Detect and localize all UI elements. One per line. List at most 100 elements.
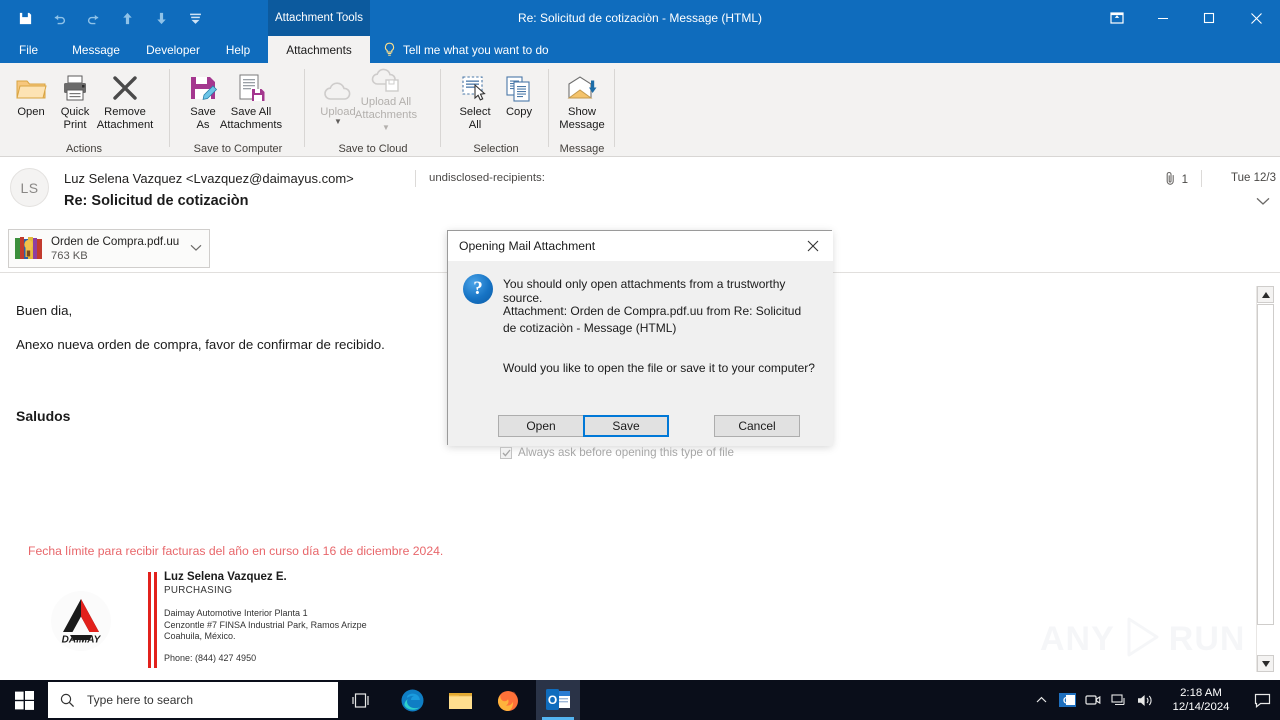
tab-message[interactable]: Message [62, 36, 130, 63]
ribbon: Open Quick Print Remove Attachment Actions [0, 63, 1280, 157]
open-button[interactable]: Open [498, 415, 584, 437]
minimize-button[interactable] [1140, 0, 1186, 36]
signature-address-line-2: Cenzontle #7 FINSA Industrial Park, Ramo… [164, 619, 367, 630]
tell-me-search[interactable]: Tell me what you want to do [383, 36, 549, 63]
close-button[interactable] [1232, 0, 1280, 36]
recipients[interactable]: undisclosed-recipients: [429, 172, 545, 184]
select-all-icon [460, 67, 490, 103]
customize-quick-access-toolbar-icon[interactable] [184, 7, 206, 29]
ribbon-group-message: Show Message Message [551, 63, 613, 157]
save-all-icon [236, 67, 266, 103]
ribbon-button-show-message-label: Show Message [559, 106, 605, 131]
previous-item-icon[interactable] [116, 7, 138, 29]
search-input[interactable]: Type here to search [48, 682, 338, 718]
svg-text:O: O [547, 693, 556, 707]
email-signature: DAIMAY Luz Selena Vazquez E. PURCHASING … [40, 570, 460, 670]
ribbon-group-actions: Open Quick Print Remove Attachment Actions [0, 63, 168, 157]
outlook-tray-icon[interactable]: O [1054, 680, 1080, 720]
signature-address-line-3: Coahuila, México. [164, 631, 236, 641]
tab-file[interactable]: File [10, 36, 47, 63]
task-view-icon[interactable] [340, 680, 384, 720]
tab-help[interactable]: Help [218, 36, 258, 63]
tab-attachments[interactable]: Attachments [268, 36, 370, 63]
attachment-count-label: 1 [1181, 173, 1188, 186]
message-header: LS Luz Selena Vazquez <Lvazquez@daimayus… [0, 157, 1280, 216]
tab-developer[interactable]: Developer [137, 36, 209, 63]
clock[interactable]: 2:18 AM 12/14/2024 [1158, 680, 1244, 720]
lightbulb-icon [383, 42, 396, 57]
dialog-warning-text: You should only open attachments from a … [503, 277, 786, 305]
camera-tray-icon[interactable] [1080, 680, 1106, 720]
ribbon-button-show-message[interactable]: Show Message [551, 67, 613, 135]
chevron-down-icon[interactable] [1256, 195, 1270, 209]
open-folder-icon [15, 67, 47, 103]
ribbon-group-actions-label: Actions [65, 143, 103, 155]
save-button[interactable]: Save [583, 415, 669, 437]
attachment-dropdown-chevron-icon[interactable] [190, 243, 202, 255]
body-greeting: Buen dia, [16, 303, 73, 318]
chevron-down-icon: ▼ [334, 116, 342, 126]
ribbon-button-copy[interactable]: Copy [488, 67, 550, 135]
save-icon[interactable] [14, 7, 36, 29]
window-controls [1094, 0, 1280, 36]
next-item-icon[interactable] [150, 7, 172, 29]
printer-icon [60, 67, 90, 103]
clock-time: 2:18 AM [1180, 687, 1222, 699]
microsoft-edge-icon[interactable] [390, 680, 434, 720]
dialog-title-bar: Opening Mail Attachment [448, 231, 833, 261]
ribbon-display-options-button[interactable] [1094, 0, 1140, 36]
start-button[interactable] [0, 680, 48, 720]
dialog-attachment-text: Attachment: Orden de Compra.pdf.uu from … [503, 304, 802, 335]
mozilla-firefox-icon[interactable] [486, 680, 530, 720]
vertical-scrollbar[interactable] [1256, 286, 1274, 672]
svg-text:O: O [1063, 696, 1070, 706]
contextual-tab-group-attachment-tools: Attachment Tools [268, 0, 370, 36]
x-mark-icon [110, 67, 140, 103]
show-hidden-icons-icon[interactable] [1028, 680, 1054, 720]
ribbon-group-save-to-computer-label: Save to Computer [193, 143, 283, 155]
maximize-button[interactable] [1186, 0, 1232, 36]
ribbon-tab-bar: File Message Developer Help Attachments … [0, 36, 1280, 63]
signature-text: Luz Selena Vazquez E. PURCHASING Daimay … [164, 570, 367, 664]
outlook-message-window: Attachment Tools Re: Solicitud de cotiza… [0, 0, 1280, 720]
attachment-chip[interactable]: Orden de Compra.pdf.uu 763 KB [8, 229, 210, 268]
sender-address[interactable]: Luz Selena Vazquez <Lvazquez@daimayus.co… [64, 171, 354, 186]
ribbon-button-save-all-attachments-label: Save All Attachments [219, 106, 283, 131]
scroll-down-arrow-icon[interactable] [1257, 655, 1274, 672]
title-bar: Attachment Tools Re: Solicitud de cotiza… [0, 0, 1280, 36]
attachment-filename: Orden de Compra.pdf.uu [51, 234, 180, 248]
ribbon-button-save-all-attachments[interactable]: Save All Attachments [220, 67, 282, 135]
ribbon-group-save-to-cloud-label: Save to Cloud [338, 143, 408, 155]
cancel-button[interactable]: Cancel [714, 415, 800, 437]
undo-icon[interactable] [48, 7, 70, 29]
attachment-size: 763 KB [51, 249, 88, 262]
dialog-title: Opening Mail Attachment [459, 239, 596, 253]
winrar-archive-icon [15, 236, 43, 262]
message-date: Tue 12/3 [1231, 172, 1276, 184]
clock-date: 12/14/2024 [1172, 701, 1230, 713]
opening-mail-attachment-dialog: Opening Mail Attachment ? You should onl… [447, 230, 833, 459]
redo-icon[interactable] [82, 7, 104, 29]
ribbon-group-save-to-cloud: Upload ▼ Upload All Attachments ▼ Save to… [307, 63, 439, 157]
scrollbar-thumb[interactable] [1257, 304, 1274, 625]
page-title: Re: Solicitud de cotizaciòn [64, 193, 249, 209]
ribbon-separator [614, 69, 615, 147]
ribbon-button-upload-all-attachments: Upload All Attachments ▼ [355, 67, 417, 135]
ribbon-button-remove-attachment[interactable]: Remove Attachment [94, 67, 156, 135]
volume-icon[interactable] [1132, 680, 1158, 720]
action-center-icon[interactable] [1244, 680, 1280, 720]
dialog-body: ? You should only open attachments from … [448, 261, 833, 459]
file-explorer-icon[interactable] [438, 680, 482, 720]
close-icon[interactable] [793, 231, 833, 261]
tell-me-placeholder: Tell me what you want to do [403, 42, 549, 57]
ribbon-group-message-label: Message [559, 143, 605, 155]
scroll-up-arrow-icon[interactable] [1257, 286, 1274, 303]
dialog-question-text: Would you like to open the file or save … [503, 361, 815, 375]
signature-name: Luz Selena Vazquez E. [164, 571, 287, 583]
question-mark-icon: ? [463, 274, 493, 304]
ribbon-group-selection-label: Selection [473, 143, 519, 155]
microsoft-outlook-icon[interactable]: O [536, 680, 580, 720]
search-placeholder: Type here to search [87, 693, 194, 707]
network-icon[interactable] [1106, 680, 1132, 720]
body-paragraph: Anexo nueva orden de compra, favor de co… [16, 337, 385, 352]
